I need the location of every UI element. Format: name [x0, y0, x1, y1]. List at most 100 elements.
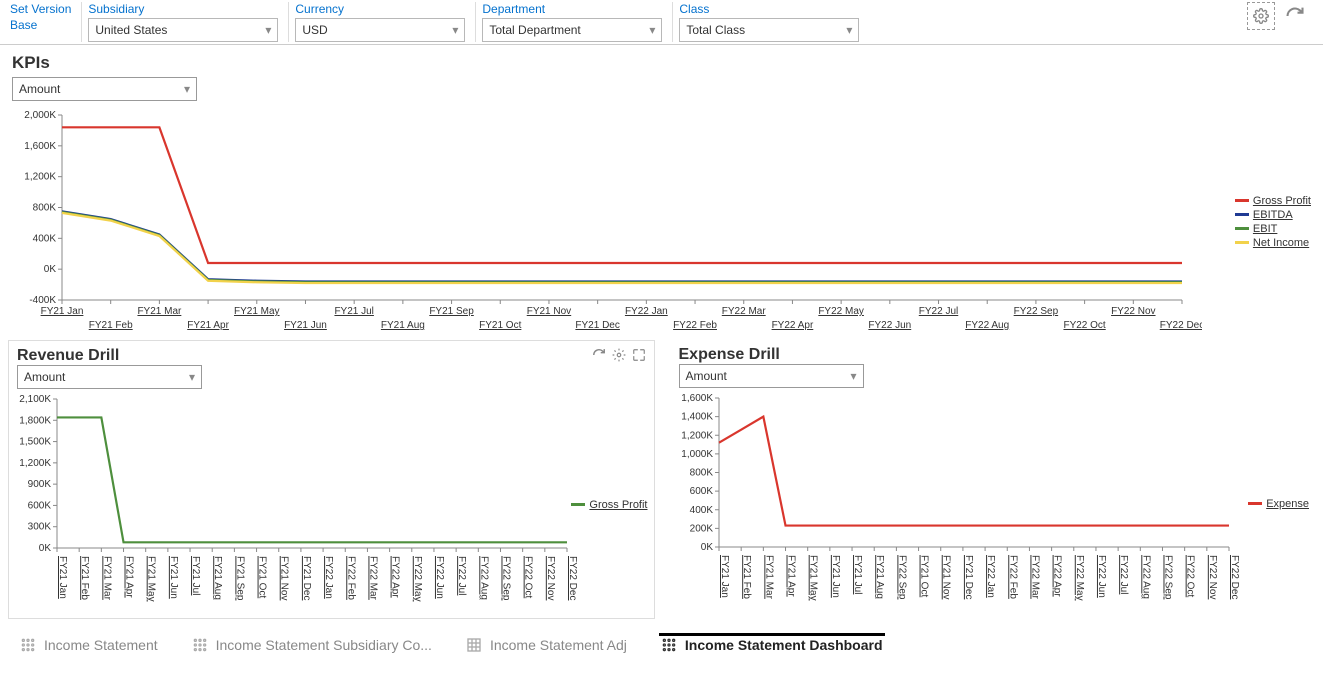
svg-text:FY21 Sep: FY21 Sep	[429, 306, 474, 317]
svg-text:FY21 Aug: FY21 Aug	[874, 555, 885, 599]
filter-subsidiary-value: United States	[95, 23, 167, 37]
svg-text:FY21 Apr: FY21 Apr	[124, 556, 135, 598]
svg-text:FY22 Sep: FY22 Sep	[500, 556, 511, 601]
chevron-down-icon: ▾	[850, 369, 856, 383]
svg-text:1,400K: 1,400K	[681, 412, 713, 423]
svg-text:1,500K: 1,500K	[19, 437, 51, 448]
legend-item[interactable]: EBIT	[1235, 223, 1311, 235]
svg-text:-400K: -400K	[29, 295, 56, 306]
legend-item[interactable]: Expense	[1248, 498, 1309, 510]
tab-income-statement-adj[interactable]: Income Statement Adj	[464, 633, 629, 657]
revenue-view-select[interactable]: Amount ▾	[17, 365, 202, 389]
filter-version-label[interactable]: Set Version	[10, 2, 71, 16]
refresh-icon	[1285, 6, 1305, 26]
filter-class-value: Total Class	[686, 23, 745, 37]
svg-text:FY21 Mar: FY21 Mar	[137, 306, 182, 317]
filter-class: Class Total Class ▾	[672, 2, 865, 42]
svg-text:FY21 Feb: FY21 Feb	[89, 320, 133, 331]
filter-subsidiary-select[interactable]: United States ▾	[88, 18, 278, 42]
filter-currency-value: USD	[302, 23, 327, 37]
legend-item[interactable]: Net Income	[1235, 237, 1311, 249]
svg-text:FY21 Aug: FY21 Aug	[381, 320, 425, 331]
svg-text:0K: 0K	[39, 543, 52, 554]
expand-icon[interactable]	[632, 348, 646, 365]
svg-text:FY21 Dec: FY21 Dec	[301, 556, 312, 600]
tab-income-statement-dashboard[interactable]: Income Statement Dashboard	[659, 633, 885, 657]
svg-text:900K: 900K	[28, 479, 52, 490]
svg-text:FY22 Oct: FY22 Oct	[1184, 555, 1195, 597]
legend-item[interactable]: Gross Profit	[571, 499, 647, 511]
kpis-legend: Gross Profit EBITDA EBIT Net Income	[1235, 195, 1311, 251]
filter-currency-select[interactable]: USD ▾	[295, 18, 465, 42]
revenue-drill-title: Revenue Drill	[17, 347, 119, 365]
svg-text:FY21 Jul: FY21 Jul	[852, 555, 863, 594]
table-icon	[466, 637, 482, 653]
kpis-view-select[interactable]: Amount ▾	[12, 77, 197, 101]
tab-label: Income Statement Adj	[490, 637, 627, 653]
filter-department-label: Department	[482, 2, 662, 16]
svg-text:FY22 Sep: FY22 Sep	[1014, 306, 1059, 317]
legend-swatch	[1235, 199, 1249, 202]
tab-income-statement[interactable]: Income Statement	[18, 633, 160, 657]
gear-icon[interactable]	[612, 348, 626, 365]
expense-drill-chart[interactable]: 0K200K400K600K800K1,000K1,200K1,400K1,60…	[671, 392, 1241, 617]
gear-icon	[1253, 8, 1269, 24]
svg-text:FY22 Jul: FY22 Jul	[919, 306, 958, 317]
svg-text:FY21 Nov: FY21 Nov	[527, 306, 571, 317]
refresh-button[interactable]	[1281, 2, 1309, 30]
filter-subsidiary: Subsidiary United States ▾	[81, 2, 284, 42]
svg-text:FY21 Jan: FY21 Jan	[57, 556, 68, 599]
legend-swatch	[571, 503, 585, 506]
expense-legend: Expense	[1248, 498, 1309, 512]
svg-text:0K: 0K	[44, 264, 57, 275]
kpis-chart-container: -400K0K400K800K1,200K1,600K2,000KFY21 Ja…	[0, 105, 1323, 340]
svg-text:FY22 May: FY22 May	[818, 306, 864, 317]
svg-text:FY21 May: FY21 May	[807, 555, 818, 601]
filter-department-value: Total Department	[489, 23, 580, 37]
drill-panels-row: Revenue Drill Amount ▾ 0K300K600K900K1,2…	[0, 340, 1323, 619]
svg-text:FY21 Oct: FY21 Oct	[257, 556, 268, 598]
expense-view-value: Amount	[686, 369, 727, 383]
svg-text:FY22 May: FY22 May	[412, 556, 423, 602]
expense-view-select[interactable]: Amount ▾	[679, 364, 864, 388]
svg-text:1,000K: 1,000K	[681, 449, 713, 460]
filter-class-label: Class	[679, 2, 859, 16]
grid-icon	[20, 637, 36, 653]
filter-version-value[interactable]: Base	[10, 18, 71, 32]
legend-item[interactable]: EBITDA	[1235, 209, 1311, 221]
svg-text:FY22 Nov: FY22 Nov	[545, 556, 556, 600]
svg-text:FY22 Aug: FY22 Aug	[965, 320, 1009, 331]
legend-label: EBIT	[1253, 223, 1277, 235]
svg-text:800K: 800K	[33, 203, 57, 214]
settings-button[interactable]	[1247, 2, 1275, 30]
tab-income-statement-subsidiary[interactable]: Income Statement Subsidiary Co...	[190, 633, 434, 657]
svg-text:FY22 Oct: FY22 Oct	[523, 556, 534, 598]
revenue-legend: Gross Profit	[571, 499, 647, 513]
svg-text:FY21 Nov: FY21 Nov	[279, 556, 290, 600]
svg-text:1,200K: 1,200K	[24, 172, 56, 183]
chevron-down-icon: ▾	[265, 23, 271, 37]
svg-text:FY22 Nov: FY22 Nov	[1111, 306, 1155, 317]
svg-text:FY22 Mar: FY22 Mar	[367, 556, 378, 601]
legend-label: EBITDA	[1253, 209, 1293, 221]
svg-text:FY21 Nov: FY21 Nov	[940, 555, 951, 599]
filter-class-select[interactable]: Total Class ▾	[679, 18, 859, 42]
legend-item[interactable]: Gross Profit	[1235, 195, 1311, 207]
filter-bar: Set Version Base Subsidiary United State…	[0, 0, 1323, 45]
revenue-view-value: Amount	[24, 370, 65, 384]
svg-text:FY22 May: FY22 May	[1073, 555, 1084, 601]
kpis-chart[interactable]: -400K0K400K800K1,200K1,600K2,000KFY21 Ja…	[12, 105, 1202, 340]
revenue-drill-chart[interactable]: 0K300K600K900K1,200K1,500K1,800K2,100KFY…	[9, 393, 579, 618]
svg-text:FY22 Mar: FY22 Mar	[722, 306, 767, 317]
legend-label: Net Income	[1253, 237, 1309, 249]
svg-text:800K: 800K	[689, 468, 713, 479]
svg-text:FY21 Jul: FY21 Jul	[334, 306, 373, 317]
svg-text:FY21 Feb: FY21 Feb	[79, 556, 90, 600]
svg-text:FY22 Aug: FY22 Aug	[1140, 555, 1151, 599]
refresh-icon[interactable]	[592, 348, 606, 365]
svg-text:600K: 600K	[689, 486, 713, 497]
svg-text:FY22 Mar: FY22 Mar	[1029, 555, 1040, 600]
svg-text:FY21 May: FY21 May	[234, 306, 280, 317]
filter-department-select[interactable]: Total Department ▾	[482, 18, 662, 42]
svg-text:FY21 Jan: FY21 Jan	[41, 306, 84, 317]
